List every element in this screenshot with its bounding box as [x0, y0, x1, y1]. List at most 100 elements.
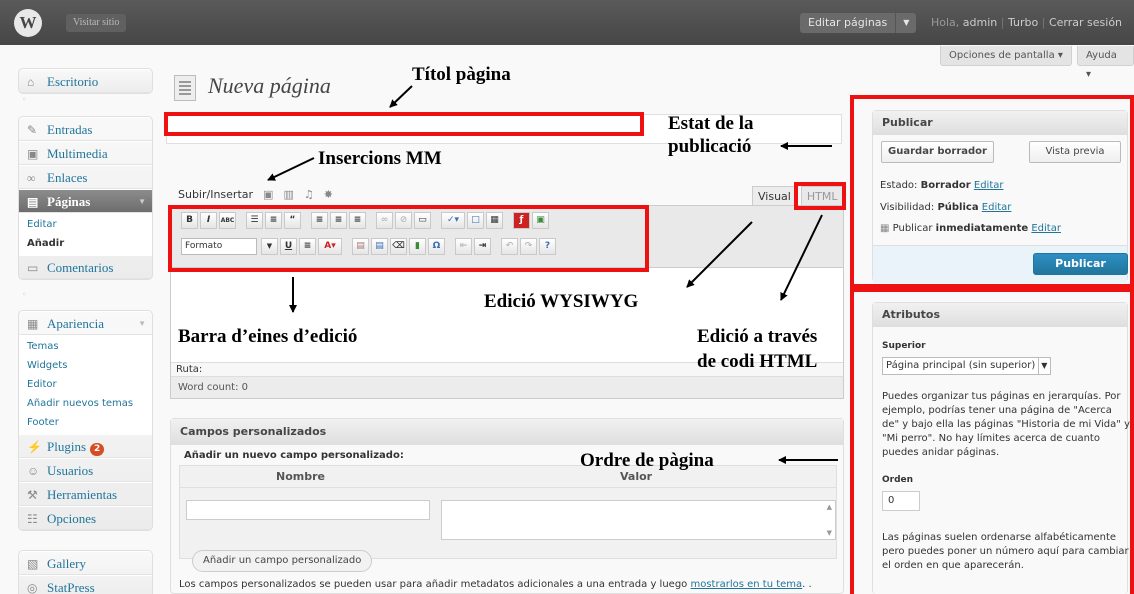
submenu-item-themes[interactable]: Temas: [19, 337, 152, 356]
parent-select[interactable]: Página principal (sin superior) ▼: [882, 357, 1052, 375]
custom-field-value-input[interactable]: ▲ ▼: [441, 500, 836, 540]
preview-button[interactable]: Vista previa: [1029, 141, 1121, 163]
sidebar-item-dashboard[interactable]: ⌂ Escritorio: [19, 69, 152, 93]
publish-button[interactable]: Publicar: [1033, 253, 1128, 275]
show-in-theme-link[interactable]: mostrarlos en tu tema: [690, 579, 802, 590]
logout-link[interactable]: Cerrar sesión: [1049, 16, 1122, 29]
toolbar-row-2: Formato ▼ U ≡ A▾ ▤ ▤ ⌫ ▮ Ω ⇤ ⇥ ↶ ↷ ?: [181, 238, 556, 255]
flash-icon[interactable]: ƒ: [513, 212, 530, 229]
submenu-item-add[interactable]: Añadir: [19, 234, 152, 253]
chevron-down-icon[interactable]: ▼: [261, 238, 278, 255]
edit-status-link[interactable]: Editar: [974, 180, 1004, 191]
strikethrough-icon[interactable]: ABC: [219, 212, 236, 229]
undo-icon[interactable]: ↶: [501, 238, 518, 255]
status-line: Estado: Borrador Editar: [880, 180, 1004, 191]
order-input[interactable]: 0: [882, 491, 920, 511]
submenu-item-widgets[interactable]: Widgets: [19, 356, 152, 375]
sidebar-item-plugins[interactable]: ⚡ Plugins 2: [19, 434, 152, 458]
pages-submenu: Editar Añadir: [19, 213, 152, 255]
sidebar-item-users[interactable]: ☺ Usuarios: [19, 458, 152, 482]
chevron-down-icon[interactable]: ▼: [138, 312, 146, 336]
chevron-down-icon[interactable]: ▼: [138, 190, 146, 214]
italic-icon[interactable]: I: [200, 212, 217, 229]
format-select[interactable]: Formato: [181, 238, 257, 255]
add-custom-field-button[interactable]: Añadir un campo personalizado: [192, 550, 373, 572]
screen-options-button[interactable]: Opciones de pantalla ▾: [940, 46, 1072, 66]
numbered-list-icon[interactable]: ≡: [265, 212, 282, 229]
sidebar-item-links[interactable]: ∞ Enlaces: [19, 165, 152, 189]
paste-text-icon[interactable]: ▤: [352, 238, 369, 255]
username-link[interactable]: admin: [963, 16, 997, 29]
link-icon[interactable]: ∞: [376, 212, 393, 229]
sidebar-item-appearance[interactable]: ▦ Apariencia ▼: [19, 311, 152, 335]
more-tag-icon[interactable]: ▭: [414, 212, 431, 229]
appearance-submenu: Temas Widgets Editor Añadir nuevos temas…: [19, 335, 152, 434]
justify-icon[interactable]: ≡: [299, 238, 316, 255]
align-left-icon[interactable]: ≡: [311, 212, 328, 229]
omega-icon[interactable]: Ω: [428, 238, 445, 255]
outdent-icon[interactable]: ⇤: [455, 238, 472, 255]
insert-media-icon[interactable]: ▣: [532, 212, 549, 229]
add-media-icon[interactable]: ✸: [324, 188, 333, 201]
underline-icon[interactable]: U: [280, 238, 297, 255]
kitchen-sink-icon[interactable]: ▦: [486, 212, 503, 229]
bullet-list-icon[interactable]: ☰: [246, 212, 263, 229]
sidebar-item-media[interactable]: ▣ Multimedia: [19, 141, 152, 165]
visibility-line: Visibilidad: Pública Editar: [880, 202, 1012, 213]
annotation-status-1: Estat de la: [668, 113, 754, 134]
bold-icon[interactable]: B: [181, 212, 198, 229]
submenu-item-editor[interactable]: Editor: [19, 375, 152, 394]
greeting: Hola,: [931, 16, 960, 29]
wordpress-logo-icon[interactable]: W: [14, 9, 42, 37]
save-draft-button[interactable]: Guardar borrador: [881, 141, 994, 163]
attributes-heading[interactable]: Atributos: [873, 303, 1127, 327]
paste-word-icon[interactable]: ▤: [371, 238, 388, 255]
sidebar-item-tools[interactable]: ⚒ Herramientas: [19, 482, 152, 506]
chevron-down-icon[interactable]: ▼: [1038, 358, 1047, 374]
sidebar-item-settings[interactable]: ☷ Opciones: [19, 506, 152, 530]
submenu-item-edit[interactable]: Editar: [19, 215, 152, 234]
edit-pages-label: Editar páginas: [808, 16, 888, 29]
chevron-down-icon[interactable]: ▼: [895, 13, 916, 33]
edit-visibility-link[interactable]: Editar: [982, 202, 1012, 213]
custom-fields-table: Nombre Valor ▲ ▼: [179, 465, 837, 559]
submenu-item-footer[interactable]: Footer: [19, 413, 152, 432]
scroll-up-icon[interactable]: ▲: [827, 503, 832, 511]
scroll-down-icon[interactable]: ▼: [827, 529, 832, 537]
eraser-icon[interactable]: ⌫: [390, 238, 407, 255]
add-image-icon[interactable]: ▣: [263, 188, 273, 201]
custom-field-name-input[interactable]: [186, 500, 430, 520]
sidebar-item-pages[interactable]: ▤ Páginas ▼: [19, 189, 152, 213]
insert-custom-char-icon[interactable]: ▮: [409, 238, 426, 255]
add-video-icon[interactable]: ▥: [283, 188, 293, 201]
align-center-icon[interactable]: ≡: [330, 212, 347, 229]
parent-help-text: Puedes organizar tus páginas en jerarquí…: [882, 391, 1130, 458]
sidebar-item-posts[interactable]: ✎ Entradas: [19, 117, 152, 141]
menu-group-dashboard: ⌂ Escritorio: [18, 68, 153, 94]
align-right-icon[interactable]: ≡: [349, 212, 366, 229]
visit-site-button[interactable]: Visitar sitio: [66, 14, 127, 32]
add-audio-icon[interactable]: ♫: [304, 188, 314, 201]
help-button[interactable]: Ayuda ▾: [1077, 46, 1134, 80]
tab-visual[interactable]: Visual: [752, 186, 797, 205]
edit-schedule-link[interactable]: Editar: [1031, 223, 1061, 234]
turbo-link[interactable]: Turbo: [1008, 16, 1038, 29]
publish-heading[interactable]: Publicar: [873, 111, 1127, 135]
tools-icon: ⚒: [27, 488, 38, 502]
unlink-icon[interactable]: ⊘: [395, 212, 412, 229]
indent-icon[interactable]: ⇥: [474, 238, 491, 255]
spellcheck-icon[interactable]: ✓▾: [441, 212, 465, 229]
blockquote-icon[interactable]: “: [284, 212, 301, 229]
sidebar-item-comments[interactable]: ▭ Comentarios: [19, 255, 152, 279]
text-color-icon[interactable]: A▾: [318, 238, 342, 255]
tab-html[interactable]: HTML: [800, 186, 844, 205]
edit-pages-dropdown[interactable]: Editar páginas ▼: [800, 13, 917, 33]
redo-icon[interactable]: ↷: [520, 238, 537, 255]
editor-toolbar: B I ABC ☰ ≡ “ ≡ ≡ ≡ ∞ ⊘ ▭ ✓▾ □ ▦ ƒ ▣ For…: [171, 206, 843, 268]
sidebar-item-statpress[interactable]: ◎ StatPress: [19, 575, 152, 594]
fullscreen-icon[interactable]: □: [467, 212, 484, 229]
help-icon[interactable]: ?: [539, 238, 556, 255]
sidebar-item-gallery[interactable]: ▧ Gallery: [19, 551, 152, 575]
submenu-item-add-themes[interactable]: Añadir nuevos temas: [19, 394, 152, 413]
custom-fields-heading[interactable]: Campos personalizados: [171, 419, 843, 445]
